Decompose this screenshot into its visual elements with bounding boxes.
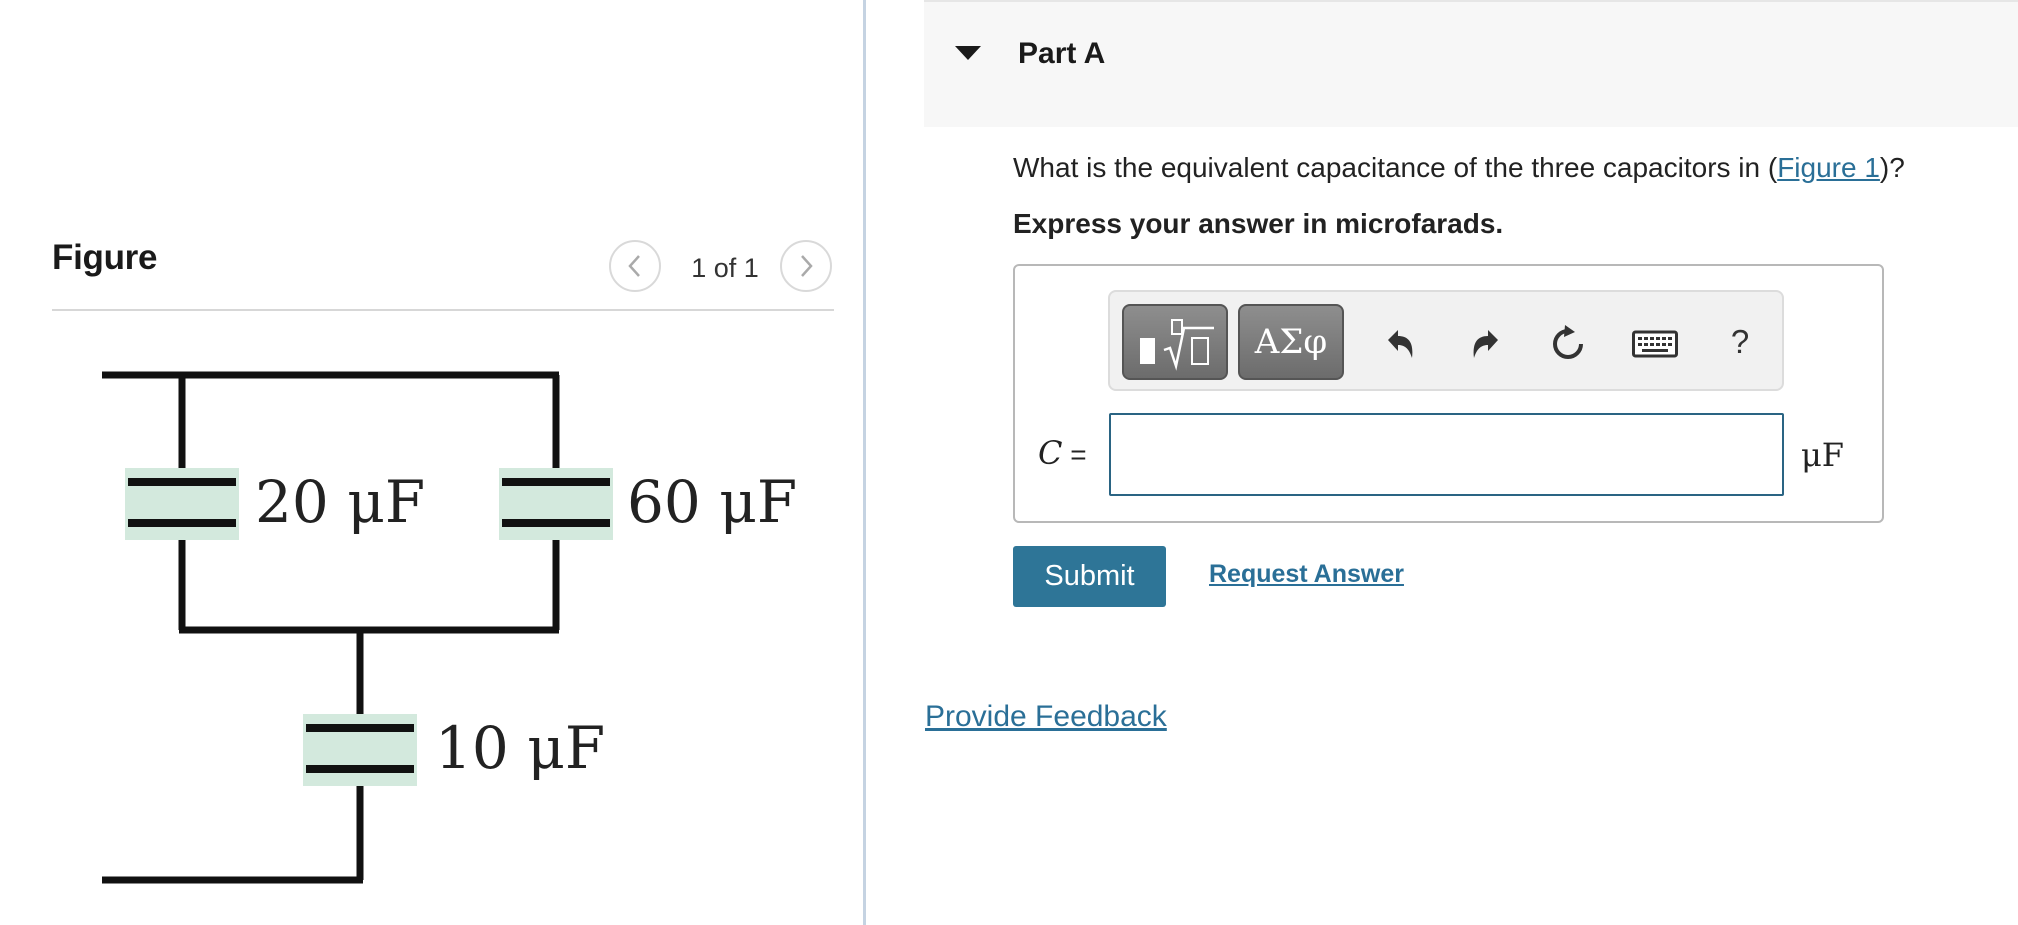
answer-input[interactable] (1109, 413, 1784, 496)
chevron-right-icon (801, 255, 813, 277)
answer-variable: C (1038, 434, 1063, 472)
circuit-diagram: 20 μF 60 μF 10 μF (102, 371, 797, 884)
capacitor-20uF (125, 468, 239, 540)
chevron-left-icon (628, 255, 640, 277)
question-text-end: )? (1879, 152, 1905, 183)
figure-link[interactable]: Figure 1 (1777, 152, 1880, 183)
request-answer-link[interactable]: Request Answer (1209, 560, 1404, 589)
provide-feedback-link[interactable]: Provide Feedback (925, 700, 1167, 734)
figure-title: Figure (52, 238, 158, 277)
reset-icon[interactable] (1548, 324, 1588, 364)
panel-divider[interactable] (863, 0, 866, 925)
answer-variable-label: C = (1038, 434, 1087, 472)
math-toolbar: ΑΣφ ? (1108, 290, 1784, 391)
previous-figure-button[interactable] (609, 240, 661, 292)
redo-icon[interactable] (1466, 324, 1506, 364)
answer-instruction: Express your answer in microfarads. (1013, 208, 1504, 239)
figure-page-counter: 1 of 1 (691, 253, 759, 283)
capacitor-10uF (303, 714, 417, 786)
answer-unit: μF (1801, 436, 1844, 474)
submit-button[interactable]: Submit (1013, 546, 1166, 607)
figure-divider (52, 309, 834, 311)
question-text: What is the equivalent capacitance of th… (1013, 152, 1905, 184)
templates-icon (1140, 319, 1214, 371)
triangle-down-icon[interactable] (955, 46, 981, 60)
symbols-button[interactable]: ΑΣφ (1238, 304, 1344, 380)
keyboard-icon[interactable] (1632, 324, 1678, 364)
circuit-wires (102, 371, 560, 884)
answer-equals: = (1062, 439, 1087, 470)
question-text-start: What is the equivalent capacitance of th… (1013, 152, 1778, 183)
capacitor-60uF-label: 60 μF (627, 468, 797, 536)
next-figure-button[interactable] (780, 240, 832, 292)
capacitor-60uF (499, 468, 613, 540)
templates-button[interactable] (1122, 304, 1228, 380)
help-button[interactable]: ? (1720, 322, 1760, 362)
undo-icon[interactable] (1380, 324, 1420, 364)
capacitor-20uF-label: 20 μF (255, 468, 425, 536)
capacitor-10uF-label: 10 μF (435, 714, 605, 782)
part-title: Part A (1018, 37, 1106, 70)
